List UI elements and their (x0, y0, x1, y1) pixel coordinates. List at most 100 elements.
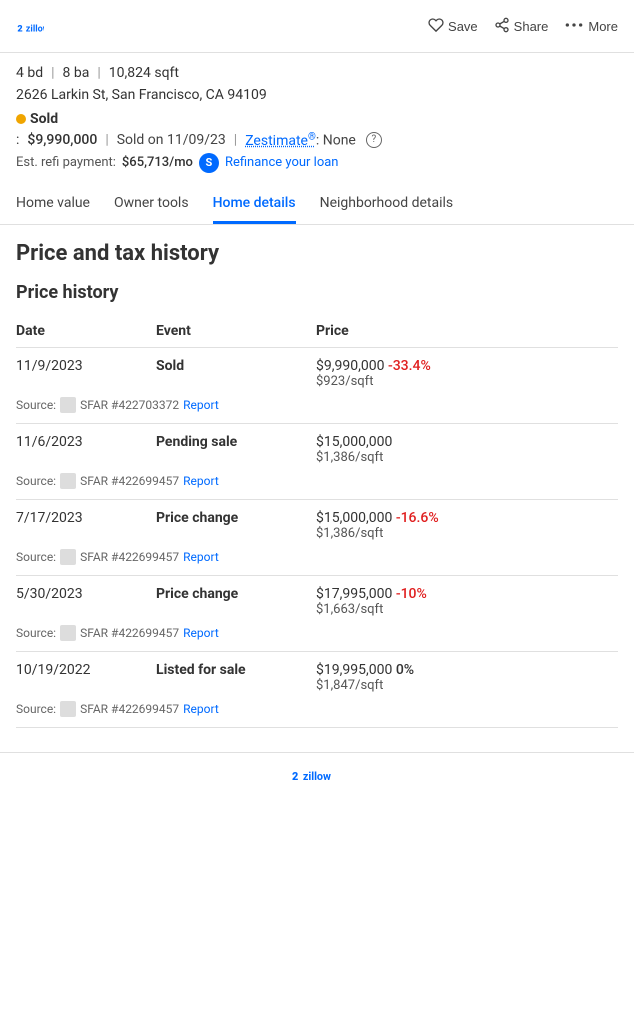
price-1: $15,000,000 $1,386/sqft (316, 434, 618, 465)
col-price: Price (316, 323, 618, 339)
zestimate-link[interactable]: Zestimate® (245, 133, 316, 149)
refi-label: Est. refi payment: (16, 155, 116, 170)
source-id-2: SFAR #422699457 (80, 550, 179, 564)
tab-home-value[interactable]: Home value (16, 185, 90, 224)
source-row-2: Source: SFAR #422699457 Report (16, 545, 618, 575)
history-row-4: 10/19/2022 Listed for sale $19,995,000 0… (16, 652, 618, 697)
table-row: 11/9/2023 Sold $9,990,000 -33.4% $923/sq… (16, 348, 618, 424)
zillow-logo-icon: 2 zillow (16, 12, 44, 40)
source-row-0: Source: SFAR #422703372 Report (16, 393, 618, 423)
price-change-4: 0% (396, 662, 414, 678)
price-change-0: -33.4% (388, 358, 431, 374)
property-specs: 4 bd | 8 ba | 10,824 sqft (16, 65, 618, 81)
event-4: Listed for sale (156, 662, 316, 693)
app-footer: 2 zillow (0, 752, 634, 803)
date-4: 10/19/2022 (16, 662, 156, 693)
source-row-3: Source: SFAR #422699457 Report (16, 621, 618, 651)
sale-price: $9,990,000 (27, 132, 97, 148)
more-label: More (588, 19, 618, 34)
event-2: Price change (156, 510, 316, 541)
history-row-2: 7/17/2023 Price change $15,000,000 -16.6… (16, 500, 618, 545)
share-button[interactable]: Share (494, 17, 549, 36)
refi-row: Est. refi payment: $65,713/mo S Refinanc… (16, 153, 618, 173)
price-divider: | (105, 132, 108, 148)
svg-text:zillow: zillow (303, 770, 331, 783)
sold-date: Sold on 11/09/23 (117, 132, 226, 148)
col-date: Date (16, 323, 156, 339)
price-sqft-3: $1,663/sqft (316, 602, 618, 617)
dots-icon (564, 17, 584, 36)
beds-spec: 4 bd (16, 65, 43, 81)
tab-owner-tools[interactable]: Owner tools (114, 185, 189, 224)
source-icon-0 (60, 397, 76, 413)
source-link-3[interactable]: Report (183, 626, 219, 640)
zillow-logo: 2 zillow (16, 12, 44, 40)
main-content: Price and tax history Price history Date… (0, 225, 634, 752)
price-value-0: $9,990,000 (316, 358, 384, 374)
price-sqft-1: $1,386/sqft (316, 450, 618, 465)
property-address: 2626 Larkin St, San Francisco, CA 94109 (16, 87, 618, 103)
help-icon[interactable]: ? (366, 132, 382, 148)
price-value-1: $15,000,000 (316, 434, 392, 450)
price-row: : $9,990,000 | Sold on 11/09/23 | Zestim… (16, 131, 618, 149)
price-value-4: $19,995,000 (316, 662, 392, 678)
price-0: $9,990,000 -33.4% $923/sqft (316, 358, 618, 389)
history-row-1: 11/6/2023 Pending sale $15,000,000 $1,38… (16, 424, 618, 469)
source-link-4[interactable]: Report (183, 702, 219, 716)
source-label-2: Source: (16, 550, 56, 564)
share-icon (494, 17, 510, 36)
table-row: 11/6/2023 Pending sale $15,000,000 $1,38… (16, 424, 618, 500)
event-1: Pending sale (156, 434, 316, 465)
price-2: $15,000,000 -16.6% $1,386/sqft (316, 510, 618, 541)
source-link-2[interactable]: Report (183, 550, 219, 564)
source-label-0: Source: (16, 398, 56, 412)
tab-nav: Home value Owner tools Home details Neig… (0, 185, 634, 225)
svg-text:zillow: zillow (26, 25, 44, 35)
property-info: 4 bd | 8 ba | 10,824 sqft 2626 Larkin St… (0, 53, 634, 173)
save-button[interactable]: Save (428, 17, 478, 36)
share-label: Share (514, 19, 549, 34)
source-row-4: Source: SFAR #422699457 Report (16, 697, 618, 727)
refi-link[interactable]: Refinance your loan (225, 155, 339, 170)
table-row: 5/30/2023 Price change $17,995,000 -10% … (16, 576, 618, 652)
save-label: Save (448, 19, 478, 34)
date-1: 11/6/2023 (16, 434, 156, 465)
source-id-3: SFAR #422699457 (80, 626, 179, 640)
price-3: $17,995,000 -10% $1,663/sqft (316, 586, 618, 617)
price-history-table: Date Event Price 11/9/2023 Sold $9,990,0… (16, 315, 618, 728)
source-link-1[interactable]: Report (183, 474, 219, 488)
history-row-3: 5/30/2023 Price change $17,995,000 -10% … (16, 576, 618, 621)
page-title: Price and tax history (16, 241, 618, 266)
price-divider-2: | (234, 132, 237, 148)
price-change-2: -16.6% (396, 510, 439, 526)
price-value-3: $17,995,000 (316, 586, 392, 602)
sqft-spec: 10,824 sqft (109, 65, 179, 81)
spec-divider-2: | (97, 65, 100, 81)
price-sqft-0: $923/sqft (316, 374, 618, 389)
more-button[interactable]: More (564, 17, 618, 36)
source-link-0[interactable]: Report (183, 398, 219, 412)
source-icon-2 (60, 549, 76, 565)
source-label-1: Source: (16, 474, 56, 488)
zestimate-super: ® (308, 131, 316, 142)
app-header: 2 zillow Save Share (0, 0, 634, 53)
tab-home-details[interactable]: Home details (213, 185, 296, 224)
price-change-3: -10% (396, 586, 427, 602)
tab-neighborhood-details[interactable]: Neighborhood details (320, 185, 454, 224)
history-row-0: 11/9/2023 Sold $9,990,000 -33.4% $923/sq… (16, 348, 618, 393)
date-0: 11/9/2023 (16, 358, 156, 389)
source-row-1: Source: SFAR #422699457 Report (16, 469, 618, 499)
col-event: Event (156, 323, 316, 339)
table-row: 10/19/2022 Listed for sale $19,995,000 0… (16, 652, 618, 728)
spec-divider-1: | (51, 65, 54, 81)
price-history-title: Price history (16, 282, 618, 303)
source-icon-3 (60, 625, 76, 641)
sold-dot (16, 114, 26, 124)
zestimate-value: None (323, 133, 356, 149)
svg-text:2: 2 (292, 770, 298, 783)
svg-text:2: 2 (17, 25, 22, 35)
sold-row: Sold (16, 111, 618, 127)
event-0: Sold (156, 358, 316, 389)
source-icon-1 (60, 473, 76, 489)
price-sqft-4: $1,847/sqft (316, 678, 618, 693)
